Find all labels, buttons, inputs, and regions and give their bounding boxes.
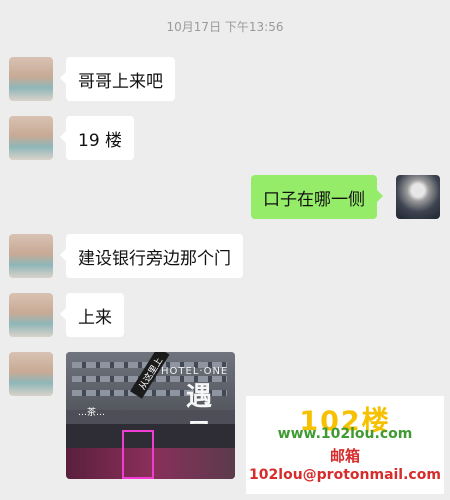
contact-avatar[interactable]: [9, 293, 53, 337]
message-bubble[interactable]: 哥哥上来吧: [60, 57, 175, 101]
my-avatar[interactable]: [396, 175, 440, 219]
photo-shop-text: …茶…: [78, 408, 106, 418]
entrance-highlight: [122, 430, 154, 479]
contact-avatar[interactable]: [9, 116, 53, 160]
watermark: 102楼 www.102lou.com 邮箱 102lou@protonmail…: [246, 396, 444, 494]
message-bubble[interactable]: 19 楼: [59, 116, 135, 160]
watermark-email: 102lou@protonmail.com: [249, 467, 441, 483]
watermark-site: www.102lou.com: [277, 426, 413, 442]
contact-avatar[interactable]: [9, 234, 53, 278]
photo-message[interactable]: HOTEL·ONE 遇见 …茶… 从这里上: [66, 352, 235, 479]
chat-timestamp: 10月17日 下午13:56: [166, 20, 284, 34]
contact-avatar[interactable]: [9, 57, 53, 101]
contact-avatar[interactable]: [9, 352, 53, 396]
message-bubble[interactable]: 口子在哪一侧: [251, 175, 383, 219]
message-bubble[interactable]: 上来: [60, 293, 124, 337]
message-bubble[interactable]: 建设银行旁边那个门: [60, 234, 243, 278]
watermark-email-label: 邮箱: [329, 447, 360, 465]
